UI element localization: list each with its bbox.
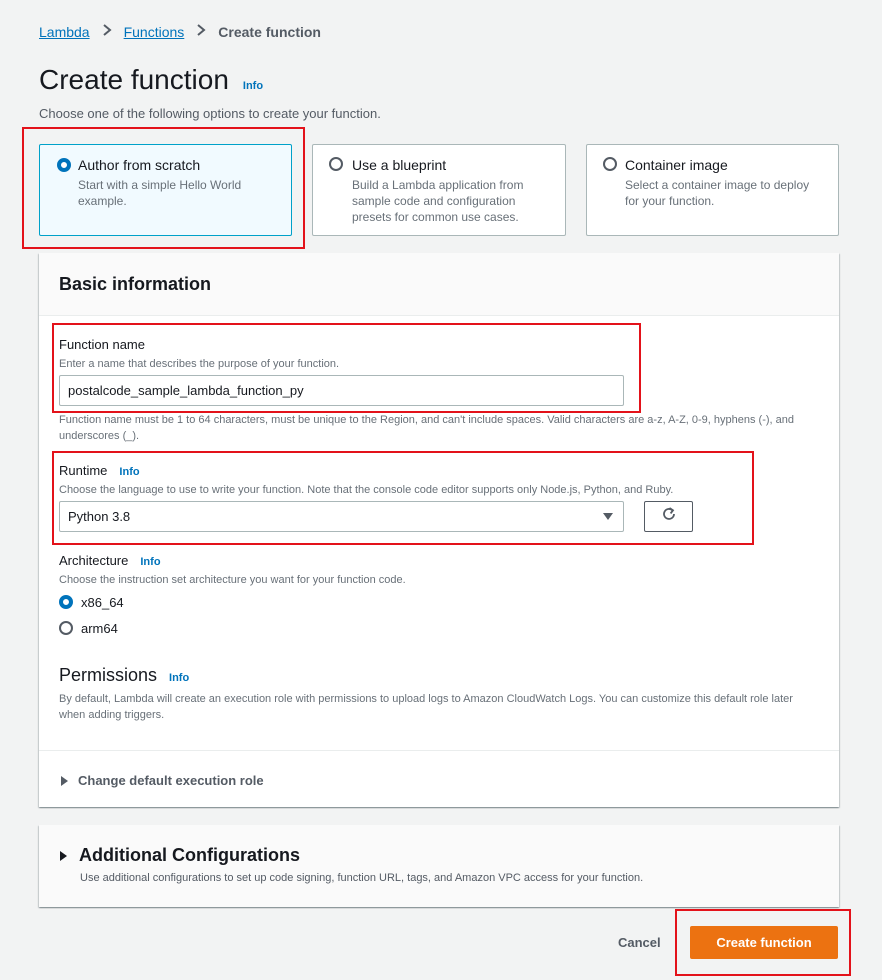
runtime-label: Runtime: [59, 463, 108, 478]
option-author-from-scratch[interactable]: Author from scratch Start with a simple …: [39, 144, 292, 236]
cancel-button[interactable]: Cancel: [618, 935, 661, 950]
page-title: Create function: [39, 64, 229, 95]
radio-arm64[interactable]: [59, 621, 73, 635]
radio-arm64-label: arm64: [81, 621, 118, 636]
change-execution-role-toggle[interactable]: Change default execution role: [61, 773, 264, 788]
runtime-info-link[interactable]: Info: [119, 466, 139, 478]
basic-information-heading: Basic information: [59, 274, 212, 294]
permissions-label: Permissions: [59, 665, 158, 685]
permissions-desc: By default, Lambda will create an execut…: [59, 693, 793, 721]
option-title: Container image: [625, 157, 728, 173]
runtime-desc: Choose the language to use to write your…: [59, 484, 674, 496]
function-name-label: Function name: [59, 337, 145, 352]
radio-container-image[interactable]: [603, 157, 617, 171]
architecture-info-link[interactable]: Info: [140, 556, 160, 568]
runtime-select-value: Python 3.8: [68, 509, 131, 524]
option-title: Use a blueprint: [352, 157, 447, 173]
radio-author-from-scratch[interactable]: [57, 158, 71, 172]
change-execution-role-label: Change default execution role: [78, 773, 264, 788]
radio-x86-64[interactable]: [59, 595, 73, 609]
breadcrumb: Lambda Functions Create function: [39, 22, 321, 42]
architecture-label-row: Architecture Info: [59, 553, 161, 568]
architecture-desc: Choose the instruction set architecture …: [59, 574, 406, 586]
option-desc: Start with a simple Hello World example.: [78, 178, 242, 208]
permissions-label-row: Permissions Info: [59, 665, 189, 686]
function-name-desc: Enter a name that describes the purpose …: [59, 358, 340, 370]
breadcrumb-lambda-link[interactable]: Lambda: [39, 24, 90, 40]
page-subtitle: Choose one of the following options to c…: [39, 106, 381, 121]
option-container-image[interactable]: Container image Select a container image…: [586, 144, 839, 236]
caret-down-icon: [603, 513, 613, 520]
radio-x86-64-label: x86_64: [81, 595, 124, 610]
breadcrumb-current: Create function: [218, 24, 321, 40]
breadcrumb-functions-link[interactable]: Functions: [124, 24, 185, 40]
page-info-link[interactable]: Info: [243, 80, 263, 92]
architecture-label: Architecture: [59, 553, 129, 568]
additional-configurations-panel: Additional Configurations Use additional…: [39, 825, 839, 907]
function-name-constraint: Function name must be 1 to 64 characters…: [59, 414, 795, 442]
option-desc: Build a Lambda application from sample c…: [352, 178, 524, 224]
refresh-button[interactable]: [644, 501, 693, 532]
option-desc: Select a container image to deploy for y…: [625, 178, 810, 208]
option-use-a-blueprint[interactable]: Use a blueprint Build a Lambda applicati…: [312, 144, 566, 236]
runtime-select[interactable]: Python 3.8: [59, 501, 624, 532]
refresh-icon: [661, 506, 677, 527]
additional-configurations-desc: Use additional configurations to set up …: [80, 872, 644, 884]
basic-information-header: Basic information: [39, 253, 839, 316]
runtime-label-row: Runtime Info: [59, 463, 140, 478]
page-header: Create function Info: [39, 64, 263, 96]
create-function-button[interactable]: Create function: [690, 926, 838, 959]
permissions-info-link[interactable]: Info: [169, 672, 189, 684]
chevron-right-icon: [196, 23, 206, 42]
caret-right-icon: [61, 775, 68, 786]
option-title: Author from scratch: [78, 157, 201, 173]
additional-configurations-title: Additional Configurations: [79, 845, 300, 865]
chevron-right-icon: [102, 23, 112, 42]
function-name-input[interactable]: postalcode_sample_lambda_function_py: [59, 375, 624, 406]
additional-configurations-toggle[interactable]: Additional Configurations: [60, 845, 300, 866]
basic-information-panel: Basic information Function name Enter a …: [39, 253, 839, 807]
divider: [39, 750, 839, 751]
caret-right-icon: [60, 850, 67, 861]
radio-use-a-blueprint[interactable]: [329, 157, 343, 171]
